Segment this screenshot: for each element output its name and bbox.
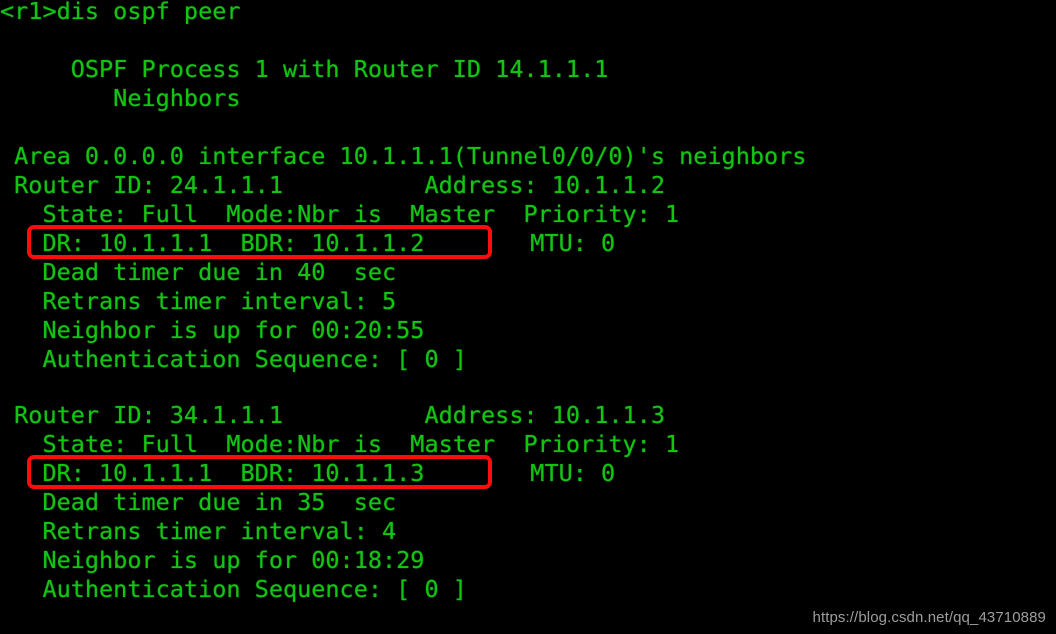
neighbors-header-label: Neighbors [0,84,241,112]
neighbor-2-dead-timer-line: Dead timer due in 35 sec [0,488,397,516]
neighbor-1-dead-timer-line: Dead timer due in 40 sec [0,258,397,286]
area-interface-line: Area 0.0.0.0 interface 10.1.1.1(Tunnel0/… [0,142,807,170]
neighbor-1-mtu-line: MTU: 0 [502,229,616,257]
neighbor-1-auth-sequence-line: Authentication Sequence: [ 0 ] [0,345,467,373]
neighbor-1-dr-bdr-line: DR: 10.1.1.1 BDR: 10.1.1.2 [0,229,425,257]
command-prompt-line: <r1>dis ospf peer [0,0,241,25]
watermark-url: https://blog.csdn.net/qq_43710889 [812,609,1046,626]
neighbor-1-state-line: State: Full Mode:Nbr is Master Priority:… [0,200,680,228]
neighbor-1-router-id-line: Router ID: 24.1.1.1 Address: 10.1.1.2 [0,171,665,199]
neighbor-2-dr-bdr-line: DR: 10.1.1.1 BDR: 10.1.1.3 [0,459,425,487]
ospf-process-header-line: OSPF Process 1 with Router ID 14.1.1.1 [0,55,609,83]
neighbor-1-retrans-timer-line: Retrans timer interval: 5 [0,287,397,315]
neighbor-1-uptime-line: Neighbor is up for 00:20:55 [0,316,425,344]
terminal-window: <r1>dis ospf peer OSPF Process 1 with Ro… [0,0,1056,634]
neighbor-2-retrans-timer-line: Retrans timer interval: 4 [0,517,397,545]
neighbor-2-state-line: State: Full Mode:Nbr is Master Priority:… [0,430,680,458]
neighbor-2-mtu-line: MTU: 0 [502,459,616,487]
neighbor-2-router-id-line: Router ID: 34.1.1.1 Address: 10.1.1.3 [0,401,665,429]
neighbor-2-uptime-line: Neighbor is up for 00:18:29 [0,546,425,574]
neighbor-2-auth-sequence-line: Authentication Sequence: [ 0 ] [0,575,467,603]
